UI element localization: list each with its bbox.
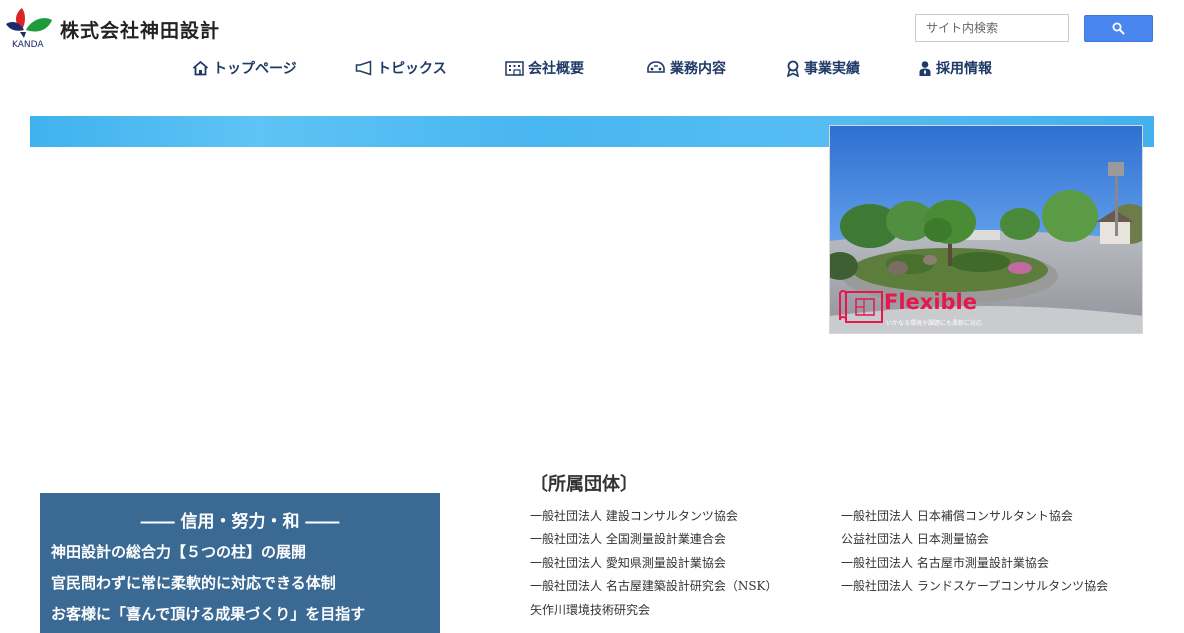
search-button[interactable]: [1084, 15, 1153, 42]
nav-recruit[interactable]: 採用情報: [918, 58, 992, 78]
affiliation-item: 一般社団法人 ランドスケープコンサルタンツ協会: [841, 579, 1109, 593]
nav-label: 採用情報: [936, 61, 992, 77]
home-icon: [192, 60, 209, 76]
motto-line: お客様に「喜んで頂ける成果づくり」を目指す: [51, 605, 366, 623]
company-name[interactable]: 株式会社神田設計: [60, 16, 220, 43]
nav-company[interactable]: 会社概要: [505, 58, 584, 78]
building-icon: [505, 61, 524, 76]
blueprint-icon: [839, 290, 883, 323]
nav-label: 事業実績: [804, 61, 860, 77]
affiliation-item: 一般社団法人 全国測量設計業連合会: [530, 532, 726, 546]
hero-photo[interactable]: Flexible いかなる環境や課題にも柔軟に対応: [829, 125, 1143, 334]
nav-label: トップページ: [213, 61, 297, 77]
nav-label: 業務内容: [670, 61, 726, 77]
nav-topics[interactable]: トピックス: [355, 58, 447, 78]
motto-line: 神田設計の総合力【５つの柱】の展開: [51, 543, 307, 561]
photo-tag-subtitle: いかなる環境や課題にも柔軟に対応: [886, 320, 983, 327]
affiliation-item: 一般社団法人 名古屋市測量設計業協会: [841, 556, 1049, 570]
affiliation-item: 公益社団法人 日本測量協会: [841, 532, 989, 546]
person-icon: [919, 60, 931, 76]
nav-top-page[interactable]: トップページ: [192, 58, 297, 78]
affiliation-item: 一般社団法人 日本補償コンサルタント協会: [841, 509, 1073, 523]
search-icon: [1112, 22, 1125, 35]
nav-label: 会社概要: [528, 61, 584, 77]
affiliation-item: 一般社団法人 名古屋建築設計研究会（NSK）: [530, 579, 778, 593]
affiliation-item: 一般社団法人 愛知県測量設計業協会: [530, 556, 726, 570]
logo-text: KANDA: [12, 40, 44, 50]
motto-line: 官民問わずに常に柔軟的に対応できる体制: [51, 574, 336, 592]
search-input[interactable]: [915, 14, 1069, 42]
nav-achievements[interactable]: 事業実績: [786, 58, 860, 78]
affiliation-item: 一般社団法人 建設コンサルタンツ協会: [530, 509, 738, 523]
affiliations-title: 〔所属団体〕: [530, 474, 638, 495]
photo-tag-title: Flexible: [884, 290, 978, 314]
megaphone-icon: [355, 60, 372, 76]
nav-label: トピックス: [377, 61, 447, 77]
motto-heading: ―― 信用・努力・和 ――: [140, 512, 340, 532]
motto-panel: ―― 信用・努力・和 ―― 神田設計の総合力【５つの柱】の展開 官民問わずに常に…: [40, 493, 440, 633]
nav-services[interactable]: 業務内容: [646, 58, 726, 78]
affiliation-item: 矢作川環境技術研究会: [530, 603, 651, 617]
car-icon: [647, 61, 665, 73]
award-icon: [786, 60, 800, 77]
